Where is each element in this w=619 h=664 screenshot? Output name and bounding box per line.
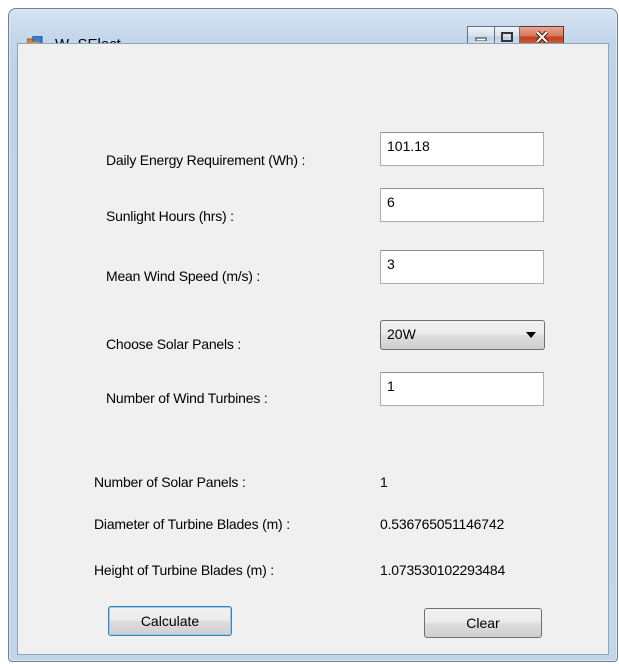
form-body: Daily Energy Requirement (Wh) : 101.18 S…	[17, 43, 609, 655]
num-solar-panels-label: Number of Solar Panels :	[94, 474, 246, 490]
sunlight-hours-label: Sunlight Hours (hrs) :	[106, 208, 234, 224]
app-window: W_SElect Daily Energy Requirement (Wh) :…	[8, 8, 618, 662]
solar-panels-selected: 20W	[387, 326, 416, 342]
daily-energy-input[interactable]: 101.18	[380, 132, 544, 166]
daily-energy-label: Daily Energy Requirement (Wh) :	[106, 152, 306, 168]
blade-diameter-label: Diameter of Turbine Blades (m) :	[94, 516, 290, 532]
clear-button[interactable]: Clear	[424, 608, 542, 638]
wind-turbines-label: Number of Wind Turbines :	[106, 390, 268, 406]
maximize-icon	[501, 31, 513, 42]
num-solar-panels-value: 1	[380, 474, 388, 490]
title-bar[interactable]: W_SElect	[9, 9, 617, 53]
blade-diameter-value: 0.536765051146742	[380, 516, 505, 532]
close-icon	[535, 30, 548, 43]
wind-speed-label: Mean Wind Speed (m/s) :	[106, 268, 261, 284]
solar-panels-label: Choose Solar Panels :	[106, 336, 242, 352]
wind-speed-input[interactable]: 3	[380, 250, 544, 284]
blade-height-label: Height of Turbine Blades (m) :	[94, 562, 274, 578]
chevron-down-icon	[526, 332, 536, 338]
minimize-icon	[475, 37, 487, 41]
calculate-button[interactable]: Calculate	[108, 606, 232, 636]
sunlight-hours-input[interactable]: 6	[380, 188, 544, 222]
blade-height-value: 1.07353010229348​4	[380, 562, 506, 578]
wind-turbines-input[interactable]: 1	[380, 372, 544, 406]
solar-panels-select[interactable]: 20W	[380, 320, 545, 350]
